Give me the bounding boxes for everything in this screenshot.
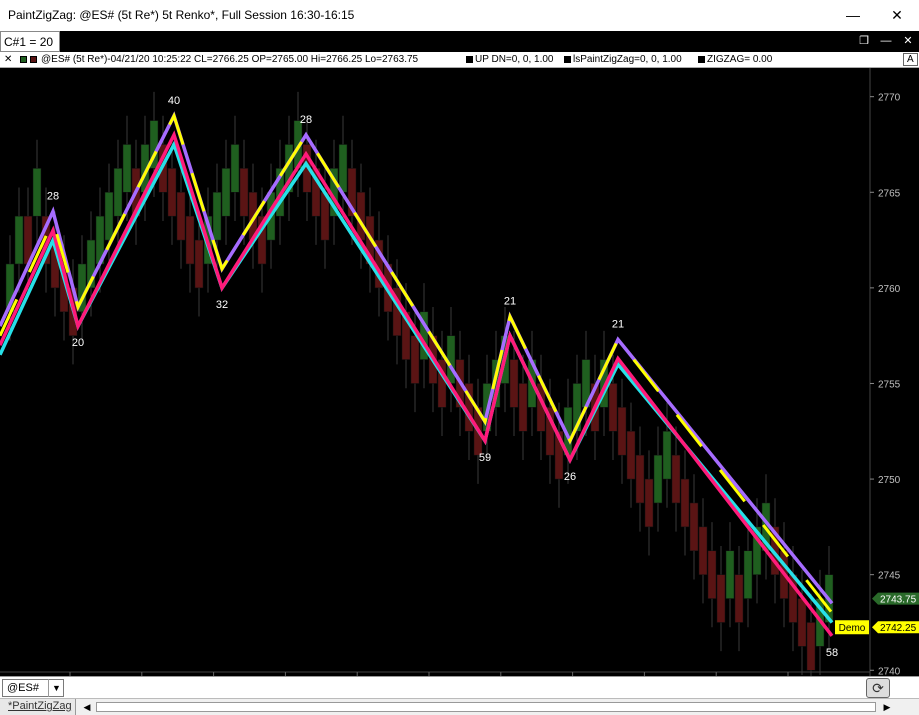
updn-indicator-readout: UP DN=0, 0, 1.00 — [475, 54, 554, 65]
swing-count-label: 59 — [479, 452, 491, 464]
paintzigzag-indicator-readout: lsPaintZigZag=0, 0, 1.00 — [573, 54, 682, 65]
swing-count-label: 20 — [72, 337, 84, 349]
swing-count-label: 21 — [612, 318, 624, 330]
minimize-button[interactable]: — — [840, 3, 866, 27]
scroll-left-icon[interactable]: ◀ — [80, 700, 94, 714]
renko-bar — [680, 478, 690, 528]
demo-badge-label: Demo — [839, 623, 866, 634]
renko-bar — [113, 168, 123, 217]
renko-bar — [689, 502, 699, 552]
close-icon[interactable]: ✕ — [900, 33, 916, 50]
renko-bar — [797, 598, 807, 647]
price-marker-label: 2742.25 — [880, 623, 917, 634]
renko-bar — [608, 383, 618, 432]
indicator-swatch-icon — [698, 56, 705, 63]
close-status-icon[interactable]: ✕ — [4, 54, 12, 65]
title-bar: PaintZigZag: @ES# (5t Re*) 5t Renko*, Fu… — [0, 0, 919, 31]
symbol-dropdown-icon[interactable]: ▼ — [48, 679, 64, 697]
renko-bar — [671, 454, 681, 504]
sheet-tab-bar: *PaintZigZag ◀ ▶ — [0, 698, 919, 715]
renko-bar — [410, 335, 420, 384]
renko-bar — [212, 192, 222, 241]
swing-count-label: 32 — [216, 299, 228, 311]
renko-bar — [167, 168, 177, 217]
swing-count-label: 40 — [168, 95, 180, 107]
renko-bar — [635, 454, 645, 504]
renko-bar — [104, 192, 114, 241]
swing-count-label: 21 — [504, 296, 516, 308]
renko-bar — [230, 144, 240, 193]
swing-count-label: 28 — [47, 190, 59, 202]
renko-bar — [617, 407, 627, 456]
axis-scale-button[interactable]: A — [903, 53, 918, 66]
price-marker-label: 2743.75 — [880, 595, 917, 606]
up-bar-swatch-icon — [20, 56, 27, 63]
y-axis-tick-label: 2750 — [878, 475, 901, 486]
symbol-value: @ES# — [7, 682, 39, 694]
indicator-swatch-icon — [564, 56, 571, 63]
renko-bar — [14, 215, 24, 265]
price-chart[interactable]: 28 20 40 32 28 59 21 26 21 58 2740 2745 2750 2755 276… — [0, 68, 919, 699]
renko-bar — [338, 144, 348, 193]
renko-bar — [653, 454, 663, 504]
renko-bar — [734, 574, 744, 623]
swing-count-label: 28 — [300, 114, 312, 126]
close-button[interactable]: ✕ — [884, 3, 910, 27]
renko-bar — [806, 622, 816, 671]
renko-bar — [662, 431, 672, 480]
renko-bar — [518, 383, 528, 432]
chart-area[interactable]: 28 20 40 32 28 59 21 26 21 58 2740 2745 2750 2755 276… — [0, 68, 919, 699]
y-axis-tick-label: 2770 — [878, 93, 901, 104]
renko-bar — [176, 192, 186, 241]
restore-icon[interactable]: ❐ — [856, 33, 872, 50]
down-bar-swatch-icon — [30, 56, 37, 63]
y-axis-tick-label: 2760 — [878, 284, 901, 295]
renko-bar — [725, 550, 735, 599]
zigzag-indicator-readout: ZIGZAG= 0.00 — [707, 54, 773, 65]
command-bar: C#1 = 20 ❐ — ✕ — [0, 31, 919, 52]
renko-bar — [509, 359, 519, 408]
horizontal-scrollbar[interactable] — [96, 702, 876, 712]
minimize-icon[interactable]: — — [878, 33, 894, 50]
swing-count-label: 26 — [564, 471, 576, 483]
scroll-right-icon[interactable]: ▶ — [880, 700, 894, 714]
renko-bar — [194, 239, 204, 289]
renko-bar — [221, 168, 231, 217]
renko-bar — [644, 478, 654, 528]
refresh-icon[interactable]: ⟳ — [866, 678, 890, 698]
indicator-swatch-icon — [466, 56, 473, 63]
sheet-tab-paintzigzag[interactable]: *PaintZigZag — [0, 699, 76, 715]
command-line-input[interactable]: C#1 = 20 — [0, 31, 60, 52]
symbol-bar: @ES# ▼ ⟳ — [0, 676, 919, 698]
renko-bar — [122, 144, 132, 193]
y-axis-tick-label: 2745 — [878, 571, 901, 582]
renko-bar — [185, 215, 195, 265]
chart-status-line: ✕ @ES# (5t Re*)-04/21/20 10:25:22 CL=276… — [0, 52, 919, 68]
y-axis-tick-label: 2765 — [878, 188, 901, 199]
renko-bar — [32, 168, 42, 217]
renko-bar — [743, 550, 753, 599]
renko-bar — [698, 526, 708, 575]
renko-bar — [626, 431, 636, 480]
y-axis-tick-label: 2740 — [878, 666, 901, 676]
y-axis-tick-label: 2755 — [878, 379, 901, 390]
renko-bar — [239, 168, 249, 217]
renko-bar — [707, 550, 717, 599]
symbol-quote-readout: @ES# (5t Re*)-04/21/20 10:25:22 CL=2766.… — [41, 54, 419, 65]
renko-bar — [716, 574, 726, 623]
window-title: PaintZigZag: @ES# (5t Re*) 5t Renko*, Fu… — [8, 8, 355, 22]
swing-count-label: 58 — [826, 647, 838, 659]
